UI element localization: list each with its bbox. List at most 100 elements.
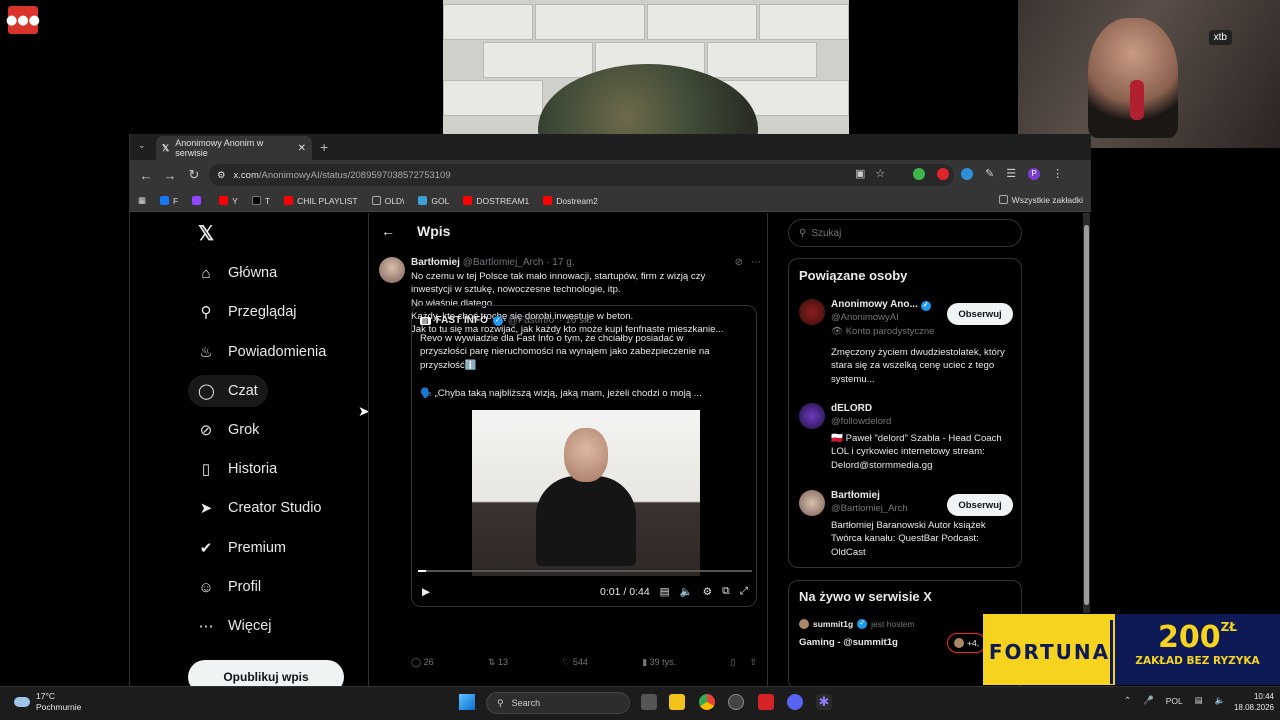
all-bookmarks[interactable]: Wszystkie zakładki bbox=[998, 195, 1083, 205]
live-host[interactable]: summit1g ✓ jest hostem bbox=[799, 619, 915, 629]
forward-icon[interactable]: → bbox=[158, 168, 182, 183]
follow-button[interactable]: Obserwuj bbox=[947, 494, 1013, 516]
tweet-time[interactable]: · 17 g. bbox=[546, 257, 574, 268]
follow-button[interactable]: Obserwuj bbox=[947, 303, 1013, 325]
grok-explain-icon[interactable]: ⊘ bbox=[735, 257, 743, 268]
x-logo-icon[interactable]: 𝕏 bbox=[198, 221, 214, 246]
back-icon[interactable]: ← bbox=[134, 168, 158, 183]
bookmark-item[interactable]: GOL bbox=[418, 196, 449, 206]
share-icon[interactable]: ⇧ bbox=[749, 657, 757, 668]
star-icon[interactable]: ☆ bbox=[875, 167, 885, 180]
weather-widget[interactable]: 17°C Pochmurnie bbox=[14, 691, 81, 713]
quote-author-name: FAST INFO bbox=[435, 315, 488, 326]
site-info-icon[interactable]: ⚙ bbox=[217, 170, 226, 181]
nav-home[interactable]: ⌂ Główna bbox=[188, 257, 287, 289]
bookmark-button-icon[interactable]: ▯ bbox=[730, 657, 735, 668]
person-name[interactable]: Anonimowy Ano... ✓ bbox=[831, 299, 931, 311]
install-icon[interactable]: ▣ bbox=[855, 167, 865, 180]
person-handle: @followdelord bbox=[831, 416, 892, 427]
discord-icon[interactable] bbox=[787, 694, 803, 710]
address-bar[interactable]: ⚙ x.com/AnonimowyAI/status/2089597038572… bbox=[209, 164, 954, 186]
extensions-icon[interactable]: ✎ bbox=[985, 167, 994, 180]
bookmark-item[interactable]: CHIL PLAYLIST bbox=[284, 196, 358, 206]
volume-icon[interactable]: 🔈 bbox=[1215, 695, 1226, 706]
new-tab-icon[interactable]: + bbox=[320, 139, 328, 155]
avatar[interactable] bbox=[799, 299, 825, 325]
browser-toolbar: ← → ↻ ⚙ x.com/AnonimowyAI/status/2089597… bbox=[130, 160, 1091, 190]
avatar[interactable] bbox=[799, 490, 825, 516]
person-card[interactable]: Anonimowy Ano... ✓ @AnonimowyAI 👁 Konto … bbox=[799, 299, 1013, 389]
menu-icon[interactable]: ⋮ bbox=[1052, 167, 1063, 180]
bookmark-item[interactable]: DOSTREAM1 bbox=[463, 196, 529, 206]
rocket-icon: ➤ bbox=[199, 500, 213, 517]
chrome-icon[interactable] bbox=[699, 694, 715, 710]
language-indicator[interactable]: POL bbox=[1166, 696, 1183, 706]
nav-premium[interactable]: ✔ Premium bbox=[188, 532, 296, 564]
nav-more[interactable]: ⋯ Więcej bbox=[188, 610, 282, 642]
back-arrow-icon[interactable]: ← bbox=[381, 223, 395, 239]
video-progress-bar[interactable] bbox=[418, 570, 752, 572]
translate-extension-icon[interactable] bbox=[961, 167, 973, 180]
windows-start-icon[interactable] bbox=[459, 694, 475, 710]
bookmark-folder[interactable]: OLD\ bbox=[371, 196, 404, 206]
person-card[interactable]: dELORD @followdelord 🇵🇱 Paweł "delord" S… bbox=[799, 403, 1013, 483]
tray-expand-icon[interactable]: ⌃ bbox=[1124, 695, 1131, 706]
bookmark-item[interactable]: F bbox=[160, 196, 178, 206]
bookmark-item[interactable]: Y bbox=[219, 196, 238, 206]
apps-icon[interactable]: ▦ bbox=[138, 195, 146, 206]
nav-bookmarks[interactable]: ▯ Historia bbox=[188, 453, 287, 485]
nav-grok[interactable]: ⊘ Grok bbox=[188, 414, 269, 446]
bookmark-item[interactable] bbox=[192, 196, 205, 205]
reload-icon[interactable]: ↻ bbox=[182, 167, 206, 183]
red-extension-icon[interactable] bbox=[937, 167, 949, 180]
network-icon[interactable]: ▤ bbox=[1195, 695, 1203, 706]
volume-icon[interactable]: 🔈 bbox=[680, 585, 693, 598]
file-explorer-icon[interactable] bbox=[669, 694, 685, 710]
task-view-icon[interactable] bbox=[641, 694, 657, 710]
video-player[interactable]: ▶ 0:01 / 0:44 ▤ 🔈 ⚙ ⧉ ⤢ bbox=[412, 410, 756, 606]
reply-button[interactable]: ◯ 26 bbox=[411, 657, 434, 668]
fullscreen-icon[interactable]: ⤢ bbox=[740, 585, 748, 598]
shield-extension-icon[interactable] bbox=[913, 167, 925, 180]
app-red-icon[interactable] bbox=[758, 694, 774, 710]
tab-list-icon[interactable]: ⌄ bbox=[138, 140, 146, 151]
pip-icon[interactable]: ⧉ bbox=[722, 585, 730, 598]
clock[interactable]: 10:44 18.08.2026 bbox=[1232, 691, 1274, 713]
avatar[interactable] bbox=[799, 403, 825, 429]
bookmark-item[interactable]: T bbox=[251, 196, 270, 206]
parody-label: 👁 Konto parodystyczne bbox=[831, 326, 935, 337]
repost-button[interactable]: ⇅ 13 bbox=[488, 657, 508, 668]
tab-active[interactable]: 𝕏 Anonimowy Anonim w serwisie ✕ bbox=[156, 136, 312, 160]
taskbar-search[interactable]: ⚲ Search bbox=[486, 692, 630, 714]
mic-icon[interactable]: 🎤 bbox=[1143, 695, 1154, 706]
person-name[interactable]: dELORD bbox=[831, 403, 872, 414]
bookmark-item[interactable]: Dostream2 bbox=[543, 196, 598, 206]
sparkle-app-icon[interactable]: ✱ bbox=[816, 694, 832, 710]
captions-icon[interactable]: ▤ bbox=[660, 586, 670, 598]
scrollbar[interactable] bbox=[1083, 213, 1090, 613]
quote-handle: @FastInfo bbox=[507, 315, 555, 326]
more-options-icon[interactable]: ⋯ bbox=[751, 257, 761, 268]
chrome-active-icon[interactable] bbox=[728, 694, 744, 710]
profile-avatar[interactable]: P bbox=[1028, 167, 1041, 180]
search-input[interactable]: ⚲ Szukaj bbox=[788, 219, 1022, 247]
nav-creator-studio[interactable]: ➤ Creator Studio bbox=[188, 492, 332, 524]
listener-count[interactable]: +4, bbox=[947, 633, 987, 653]
person-name[interactable]: Bartłomiej bbox=[831, 490, 880, 501]
close-tab-icon[interactable]: ✕ bbox=[298, 143, 306, 154]
nav-notifications[interactable]: ♨ Powiadomienia bbox=[188, 336, 336, 368]
media-icon[interactable]: ☰ bbox=[1006, 167, 1016, 180]
author-handle[interactable]: @Bartlomiej_Arch bbox=[463, 257, 544, 268]
views-button[interactable]: ▮ 39 tys. bbox=[642, 657, 676, 668]
nav-chat[interactable]: ◯ Czat bbox=[188, 375, 268, 407]
author-name[interactable]: Bartłomiej bbox=[411, 257, 460, 268]
settings-icon[interactable]: ⚙ bbox=[703, 586, 712, 598]
live-space-name[interactable]: Gaming - @summit1g bbox=[799, 637, 898, 648]
nav-explore[interactable]: ⚲ Przeglądaj bbox=[188, 296, 307, 328]
play-icon[interactable]: ▶ bbox=[422, 586, 430, 598]
nav-profile[interactable]: ☺ Profil bbox=[188, 571, 271, 603]
like-button[interactable]: ♡ 544 bbox=[562, 657, 588, 668]
avatar[interactable] bbox=[379, 257, 405, 283]
quoted-tweet[interactable]: ▤ FAST INFO ✓ @FastInfo · 16 sie Revo w … bbox=[411, 305, 757, 607]
person-card[interactable]: Bartłomiej @Bartlomiej_Arch Bartłomiej B… bbox=[799, 490, 1013, 565]
